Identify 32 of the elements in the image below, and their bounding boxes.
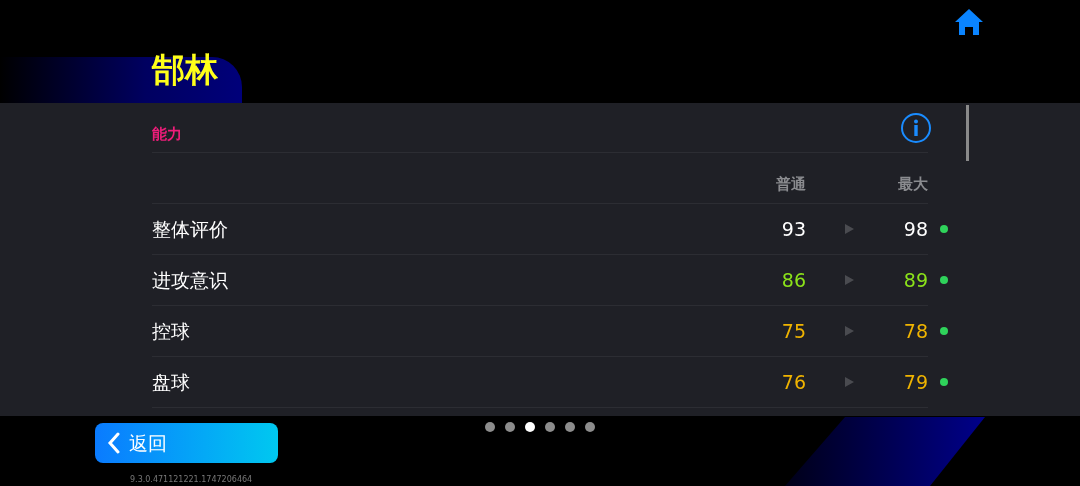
stat-name: 控球 bbox=[152, 318, 191, 344]
max-value: 78 bbox=[902, 318, 928, 344]
status-dot bbox=[940, 378, 948, 386]
scrollbar[interactable] bbox=[966, 105, 969, 161]
status-dot bbox=[940, 225, 948, 233]
max-value: 98 bbox=[902, 216, 928, 242]
normal-value: 93 bbox=[780, 216, 806, 242]
page-title: 郜林 bbox=[152, 50, 218, 90]
chevron-left-icon bbox=[107, 432, 121, 454]
max-value: 89 bbox=[902, 267, 928, 293]
page-dot[interactable] bbox=[485, 422, 495, 432]
back-button[interactable]: 返回 bbox=[95, 423, 278, 463]
page-dot[interactable] bbox=[505, 422, 515, 432]
status-dot bbox=[940, 276, 948, 284]
normal-value: 75 bbox=[780, 318, 806, 344]
stat-name: 整体评价 bbox=[152, 216, 229, 242]
column-header: 最大 bbox=[897, 173, 928, 195]
page-dot[interactable] bbox=[525, 422, 535, 432]
page-dot[interactable] bbox=[585, 422, 595, 432]
page-dot[interactable] bbox=[545, 422, 555, 432]
version-text: 9.3.0.471121221.1747206464 bbox=[130, 476, 253, 484]
max-value: 79 bbox=[902, 369, 928, 395]
status-dot bbox=[940, 327, 948, 335]
section-label: 能力 bbox=[152, 124, 182, 146]
normal-value: 86 bbox=[780, 267, 806, 293]
stat-name: 进攻意识 bbox=[152, 267, 229, 293]
info-icon[interactable] bbox=[900, 111, 932, 144]
column-header: 普通 bbox=[775, 173, 806, 195]
home-icon[interactable] bbox=[954, 8, 984, 36]
page-dot[interactable] bbox=[565, 422, 575, 432]
stat-name: 盘球 bbox=[152, 369, 191, 395]
normal-value: 76 bbox=[780, 369, 806, 395]
